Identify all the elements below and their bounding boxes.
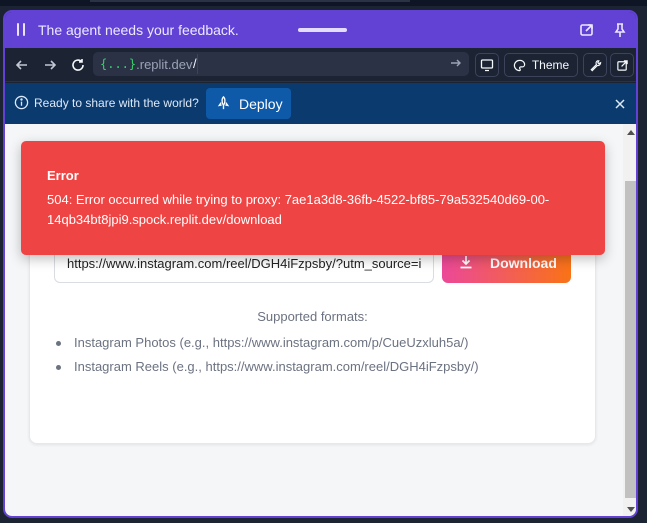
deploy-banner: Ready to share with the world? Deploy [5, 83, 636, 124]
device-button[interactable] [475, 53, 499, 77]
scroll-down-arrow[interactable] [627, 507, 635, 512]
devtools-icon [589, 59, 601, 71]
download-label: Download [490, 255, 557, 271]
device-icon [480, 59, 494, 72]
address-field[interactable]: {...} .replit.dev / [93, 52, 469, 76]
deploy-button[interactable]: Deploy [206, 88, 291, 119]
theme-label: Theme [531, 58, 570, 72]
formats-title: Supported formats: [257, 309, 368, 324]
scrollbar-thumb[interactable] [625, 181, 636, 498]
go-arrow-icon[interactable] [449, 56, 463, 75]
open-new-tab-button[interactable] [610, 53, 634, 77]
error-title: Error [47, 168, 79, 183]
webview-window: The agent needs your feedback. {...} .re… [3, 10, 638, 518]
scroll-up-arrow[interactable] [627, 130, 635, 135]
info-icon [14, 95, 29, 115]
pause-icon[interactable] [17, 23, 27, 37]
replit-webview-frame: The agent needs your feedback. {...} .re… [0, 0, 647, 523]
expand-icon[interactable] [578, 21, 596, 39]
forward-arrow-icon[interactable] [40, 55, 60, 75]
feedback-bar: The agent needs your feedback. [5, 12, 636, 48]
url-bar: {...} .replit.dev / Theme [5, 48, 636, 82]
list-item: Instagram Photos (e.g., https://www.inst… [54, 335, 479, 359]
reload-icon[interactable] [68, 55, 88, 75]
back-arrow-icon[interactable] [12, 55, 32, 75]
preview-viewport: Download Supported formats: Instagram Ph… [5, 124, 636, 516]
scrollbar[interactable] [623, 124, 636, 516]
error-message: 504: Error occurred while trying to prox… [47, 192, 550, 227]
url-path: / [193, 56, 197, 71]
open-new-tab-icon [616, 59, 628, 71]
error-toast: Error 504: Error occurred while trying t… [21, 141, 605, 255]
top-edge [0, 0, 647, 6]
formats-list: Instagram Photos (e.g., https://www.inst… [54, 335, 479, 383]
theme-button[interactable]: Theme [504, 53, 578, 77]
list-item: Instagram Reels (e.g., https://www.insta… [54, 359, 479, 383]
close-icon[interactable] [614, 97, 626, 115]
deploy-label: Deploy [239, 96, 283, 112]
drag-handle[interactable] [298, 28, 347, 32]
domain-chip[interactable]: {...} .replit.dev [96, 54, 198, 74]
deploy-icon [215, 95, 232, 115]
pin-icon[interactable] [611, 21, 629, 39]
feedback-title: The agent needs your feedback. [38, 22, 239, 38]
deploy-message: Ready to share with the world? [34, 96, 199, 110]
domain-suffix: .replit.dev [136, 56, 193, 72]
domain-prefix: {...} [100, 57, 137, 71]
devtools-button[interactable] [583, 53, 607, 77]
palette-icon [513, 59, 526, 71]
download-icon [458, 254, 474, 273]
